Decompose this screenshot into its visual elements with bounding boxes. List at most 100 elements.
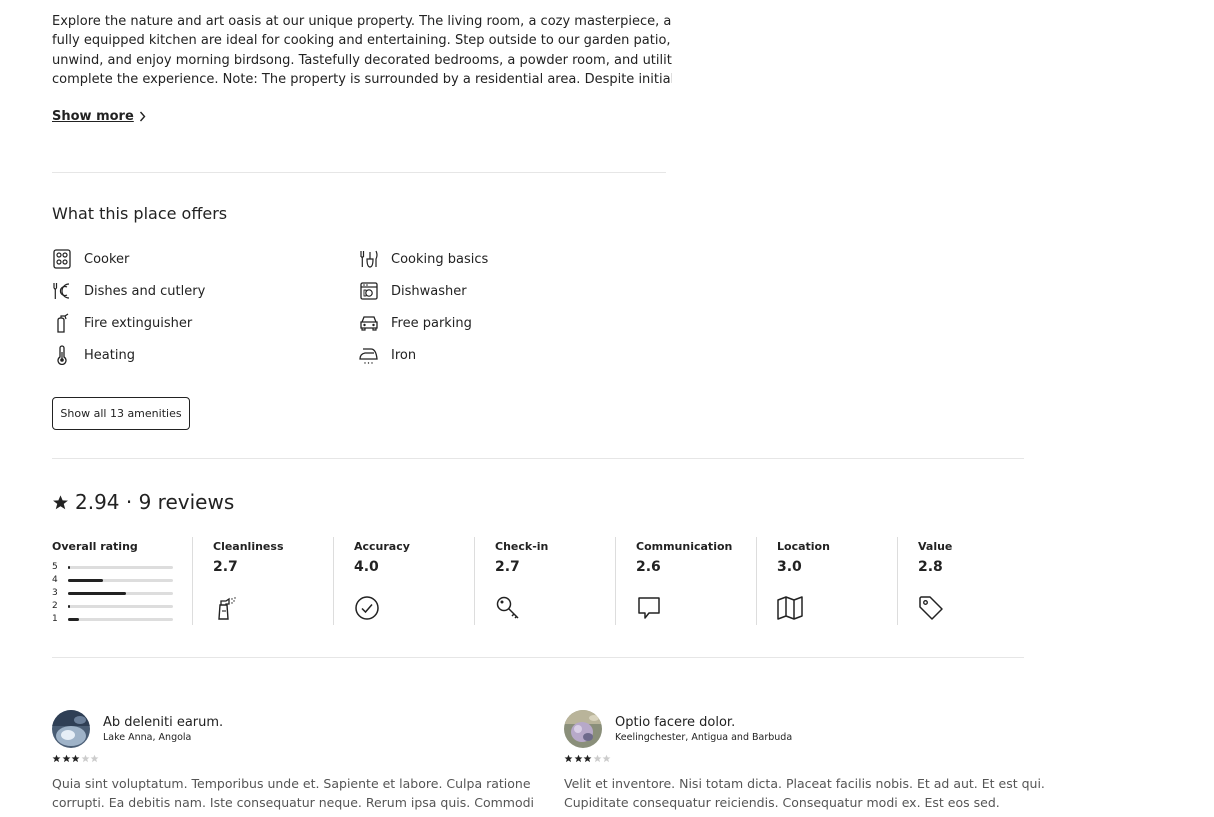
- category-value: 2.6: [636, 559, 661, 575]
- rating-bar-fill: [68, 617, 79, 621]
- rating-category-cleanliness: Cleanliness 2.7: [192, 537, 333, 625]
- rating-category-value: Value 2.8: [897, 537, 1024, 625]
- rating-bar-track: [68, 565, 173, 569]
- description-line: fully equipped kitchen are ideal for coo…: [52, 33, 671, 49]
- rating-bar-fill: [68, 578, 103, 582]
- star-empty-icon: [593, 754, 601, 763]
- reviewer-name: Ab deleniti earum.: [103, 715, 224, 730]
- rating-bar-track: [68, 591, 173, 595]
- reviewer-location: Lake Anna, Angola: [103, 732, 192, 743]
- review-text: Quia sint voluptatum. Temporibus unde et…: [52, 774, 535, 812]
- star-filled-icon: [564, 754, 573, 763]
- star-filled-icon: [62, 754, 70, 763]
- rating-bar-star: 1: [52, 614, 58, 624]
- iron-icon: [359, 345, 379, 365]
- rating-bar-track: [68, 604, 173, 608]
- star-empty-icon: [602, 754, 611, 763]
- category-value: 2.7: [213, 559, 238, 575]
- description-line: complete the experience. Note: The prope…: [52, 71, 672, 87]
- category-name: Accuracy: [354, 540, 410, 553]
- category-value: 3.0: [777, 559, 802, 575]
- chevron-right-icon: [139, 111, 146, 122]
- rating-bar-star: 5: [52, 562, 58, 572]
- section-divider: [52, 172, 666, 173]
- amenity-label: Iron: [391, 347, 417, 363]
- star-empty-icon: [81, 754, 89, 763]
- review-text-line: Velit et inventore. Nisi totam dicta. Pl…: [564, 776, 1045, 791]
- chat-bubble-icon: [636, 595, 662, 621]
- map-icon: [777, 595, 803, 621]
- amenity-item: Dishes and cutlery: [52, 279, 205, 303]
- avatar: [52, 710, 90, 748]
- spray-bottle-icon: [213, 595, 239, 621]
- amenity-label: Dishwasher: [391, 283, 467, 299]
- show-more-link[interactable]: Show more: [52, 109, 146, 124]
- dishes-cutlery-icon: [52, 281, 72, 301]
- review-text: Velit et inventore. Nisi totam dicta. Pl…: [564, 774, 1045, 812]
- rating-category-check-in: Check-in 2.7: [474, 537, 615, 625]
- show-more-label: Show more: [52, 109, 134, 124]
- amenity-item: Heating: [52, 343, 135, 367]
- price-tag-icon: [918, 595, 944, 621]
- check-circle-icon: [354, 595, 380, 621]
- amenity-item: Free parking: [359, 311, 472, 335]
- amenity-item: Dishwasher: [359, 279, 467, 303]
- star-filled-icon: [71, 754, 80, 763]
- category-name: Communication: [636, 540, 733, 553]
- rating-bar-star: 2: [52, 601, 58, 611]
- rating-bar-row: 3: [52, 588, 173, 598]
- overall-rating-title: Overall rating: [52, 540, 138, 553]
- cooker-icon: [52, 249, 72, 269]
- category-name: Check-in: [495, 540, 549, 553]
- rating-bar-star: 4: [52, 575, 58, 585]
- reviews-heading: 2.94 · 9 reviews: [52, 490, 234, 514]
- amenity-label: Dishes and cutlery: [84, 283, 206, 299]
- category-value: 2.7: [495, 559, 520, 575]
- rating-category-location: Location 3.0: [756, 537, 897, 625]
- cooking-basics-icon: [359, 249, 379, 269]
- section-divider: [52, 458, 1024, 459]
- fire-extinguisher-icon: [52, 313, 72, 333]
- dishwasher-icon: [359, 281, 379, 301]
- rating-bar-fill: [68, 604, 71, 608]
- amenity-item: Cooker: [52, 247, 129, 271]
- car-icon: [359, 313, 379, 333]
- reviewer-name: Optio facere dolor.: [615, 715, 736, 730]
- rating-bar-track: [68, 578, 173, 582]
- description-line: Explore the nature and art oasis at our …: [52, 14, 672, 29]
- amenities-title: What this place offers: [52, 204, 228, 223]
- key-icon: [495, 595, 521, 621]
- rating-bar-fill: [68, 591, 126, 595]
- category-name: Cleanliness: [213, 540, 284, 553]
- rating-category-accuracy: Accuracy 4.0: [333, 537, 474, 625]
- listing-description: Explore the nature and art oasis at our …: [52, 12, 672, 89]
- star-empty-icon: [90, 754, 99, 763]
- star-filled-icon: [574, 754, 582, 763]
- amenity-label: Cooking basics: [391, 251, 489, 267]
- amenity-label: Fire extinguisher: [84, 315, 193, 331]
- rating-category-communication: Communication 2.6: [615, 537, 756, 625]
- rating-bar-row: 2: [52, 601, 173, 611]
- rating-bar-row: 5: [52, 562, 173, 572]
- category-value: 2.8: [918, 559, 943, 575]
- amenity-label: Heating: [84, 347, 135, 363]
- rating-bar-row: 1: [52, 614, 173, 624]
- amenity-item: Cooking basics: [359, 247, 488, 271]
- star-filled-icon: [52, 754, 61, 763]
- amenity-item: Fire extinguisher: [52, 311, 192, 335]
- review-text-line: corrupti. Ea debitis nam. Iste consequat…: [52, 795, 535, 810]
- rating-bar-fill: [68, 565, 71, 569]
- thermometer-icon: [52, 345, 72, 365]
- show-all-amenities-button[interactable]: Show all 13 amenities: [52, 397, 190, 430]
- review-stars: [52, 754, 100, 763]
- amenity-label: Free parking: [391, 315, 472, 331]
- avatar: [564, 710, 602, 748]
- reviewer-location: Keelingchester, Antigua and Barbuda: [615, 732, 793, 743]
- star-icon: [52, 494, 69, 511]
- section-divider: [52, 657, 1024, 658]
- reviews-summary: 2.94 · 9 reviews: [75, 490, 235, 514]
- review-text-line: Cupiditate consequatur reiciendis. Conse…: [564, 795, 1000, 810]
- rating-bar-track: [68, 617, 173, 621]
- rating-bar-star: 3: [52, 588, 58, 598]
- review-stars: [564, 754, 612, 763]
